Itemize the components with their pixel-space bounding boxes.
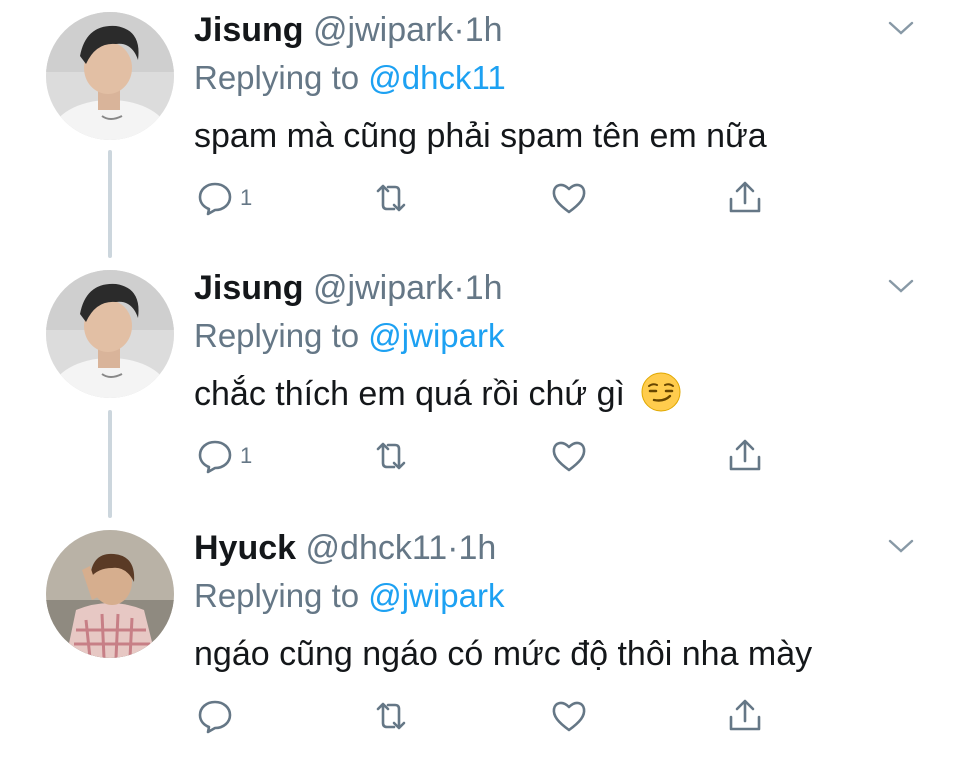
mention-link[interactable]: @jwipark [368,317,504,354]
tweet-header: Jisung @jwipark·1h [194,266,503,310]
retweet-icon [376,184,406,212]
separator-dot: · [453,11,465,49]
replying-to: Replying to @jwipark [194,574,504,618]
share-button[interactable] [726,178,764,218]
reply-button[interactable] [196,696,240,736]
heart-icon [552,701,586,732]
user-handle[interactable]: @jwipark [313,269,453,307]
replying-prefix: Replying to [194,59,360,96]
heart-icon [552,183,586,214]
share-icon [729,181,761,213]
avatar-jisung-icon [46,270,174,398]
share-icon [729,699,761,731]
tweet-header: Hyuck @dhck11·1h [194,526,496,570]
share-icon [729,439,761,471]
like-button[interactable] [550,436,588,476]
heart-icon [552,441,586,472]
tweet-actions: 1 [0,160,960,230]
timestamp[interactable]: 1h [465,11,503,49]
chevron-down-icon[interactable] [886,16,916,40]
tweet-1[interactable]: Jisung @jwipark·1h Replying to @dhck11 s… [0,0,960,260]
smirking-face-icon [641,372,681,412]
tweet-actions: 1 [0,418,960,488]
mention-link[interactable]: @jwipark [368,577,504,614]
reply-button[interactable]: 1 [196,436,252,476]
tweet-text: chắc thích em quá rồi chứ gì [194,370,682,418]
reply-icon [198,182,232,216]
reply-icon [198,700,232,734]
separator-dot: · [453,269,465,307]
like-button[interactable] [550,696,588,736]
tweet-text: spam mà cũng phải spam tên em nữa [194,117,767,155]
replying-prefix: Replying to [194,317,360,354]
mention-link[interactable]: @dhck11 [368,59,505,96]
chevron-down-icon[interactable] [886,534,916,558]
display-name[interactable]: Hyuck [194,529,296,567]
user-handle[interactable]: @jwipark [313,11,453,49]
retweet-button[interactable] [372,696,410,736]
separator-dot: · [447,529,459,567]
timestamp[interactable]: 1h [465,269,503,307]
retweet-button[interactable] [372,436,410,476]
share-button[interactable] [726,696,764,736]
avatar[interactable] [46,270,174,398]
retweet-button[interactable] [372,178,410,218]
reply-button[interactable]: 1 [196,178,252,218]
tweet-text: ngáo cũng ngáo có mức độ thôi nha mày [194,635,813,673]
retweet-icon [376,702,406,730]
avatar-jisung-icon [46,12,174,140]
share-button[interactable] [726,436,764,476]
replying-prefix: Replying to [194,577,360,614]
replying-to: Replying to @jwipark [194,314,504,358]
tweet-header: Jisung @jwipark·1h [194,8,503,52]
chevron-down-icon[interactable] [886,274,916,298]
timestamp[interactable]: 1h [458,529,496,567]
reply-count: 1 [240,443,253,468]
tweet-text-content: chắc thích em quá rồi chứ gì [194,375,625,413]
tweet-actions [0,678,960,748]
avatar-hyuck-icon [46,530,174,658]
tweet-3[interactable]: Hyuck @dhck11·1h Replying to @jwipark ng… [0,518,960,778]
reply-count: 1 [240,185,253,210]
replying-to: Replying to @dhck11 [194,56,506,100]
display-name[interactable]: Jisung [194,269,304,307]
tweet-2[interactable]: Jisung @jwipark·1h Replying to @jwipark … [0,258,960,518]
avatar[interactable] [46,12,174,140]
like-button[interactable] [550,178,588,218]
display-name[interactable]: Jisung [194,11,304,49]
retweet-icon [376,442,406,470]
reply-icon [198,440,232,474]
user-handle[interactable]: @dhck11 [306,529,448,567]
avatar[interactable] [46,530,174,658]
